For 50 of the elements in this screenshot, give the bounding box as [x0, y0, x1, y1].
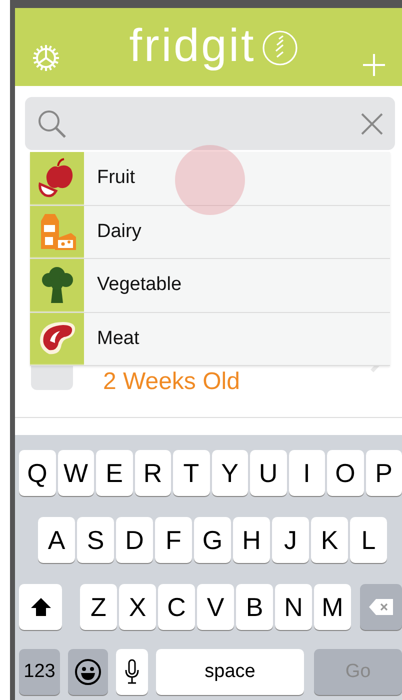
category-item[interactable]: Meat	[30, 312, 390, 366]
add-icon[interactable]	[363, 54, 385, 76]
microphone-key[interactable]	[116, 649, 148, 695]
category-item[interactable]: Dairy	[30, 206, 390, 259]
steak-icon	[37, 320, 77, 356]
emoji-key[interactable]	[68, 649, 108, 695]
letter-key[interactable]: H	[233, 517, 270, 563]
letter-key[interactable]: V	[197, 584, 234, 630]
shift-icon	[30, 596, 52, 618]
letter-key[interactable]: Y	[212, 450, 248, 496]
letter-key[interactable]: U	[250, 450, 286, 496]
letter-key[interactable]: E	[96, 450, 132, 496]
letter-key[interactable]: X	[119, 584, 156, 630]
letter-key[interactable]: C	[158, 584, 195, 630]
letter-key[interactable]: D	[116, 517, 153, 563]
letter-key[interactable]: B	[236, 584, 273, 630]
delete-icon	[368, 598, 394, 616]
letter-key[interactable]: Q	[19, 450, 56, 496]
shift-key[interactable]	[19, 584, 62, 630]
letter-key[interactable]: P	[366, 450, 402, 496]
clear-icon[interactable]	[361, 112, 383, 134]
category-item[interactable]: Fruit	[30, 152, 390, 206]
search-icon	[37, 108, 67, 138]
delete-key[interactable]	[360, 584, 402, 630]
letter-key[interactable]: I	[288, 450, 325, 496]
letter-key[interactable]: O	[327, 450, 364, 496]
space-key[interactable]: space	[156, 649, 304, 695]
letter-key[interactable]: R	[134, 450, 171, 496]
age-label: 2 Weeks Old	[103, 370, 240, 394]
emoji-icon	[74, 658, 102, 686]
letter-key[interactable]: G	[194, 517, 231, 563]
search-field[interactable]	[25, 97, 395, 150]
numbers-key[interactable]: 123	[19, 649, 60, 695]
letter-key[interactable]: T	[173, 450, 210, 496]
letter-key[interactable]: N	[275, 584, 312, 630]
letter-key[interactable]: J	[272, 517, 309, 563]
logo-icon	[262, 30, 298, 66]
broccoli-icon	[40, 266, 74, 304]
microphone-icon	[124, 658, 140, 686]
letter-key[interactable]: K	[311, 517, 348, 563]
category-item[interactable]: Vegetable	[30, 259, 390, 312]
letter-key[interactable]: L	[350, 517, 387, 563]
settings-icon[interactable]	[32, 44, 60, 72]
letter-key[interactable]: W	[58, 450, 94, 496]
letter-key[interactable]: A	[38, 517, 75, 563]
letter-key[interactable]: S	[77, 517, 114, 563]
letter-key[interactable]: F	[155, 517, 192, 563]
app-logo-title: fridgit	[129, 22, 256, 68]
letter-key[interactable]: Z	[80, 584, 117, 630]
letter-key[interactable]: M	[314, 584, 351, 630]
